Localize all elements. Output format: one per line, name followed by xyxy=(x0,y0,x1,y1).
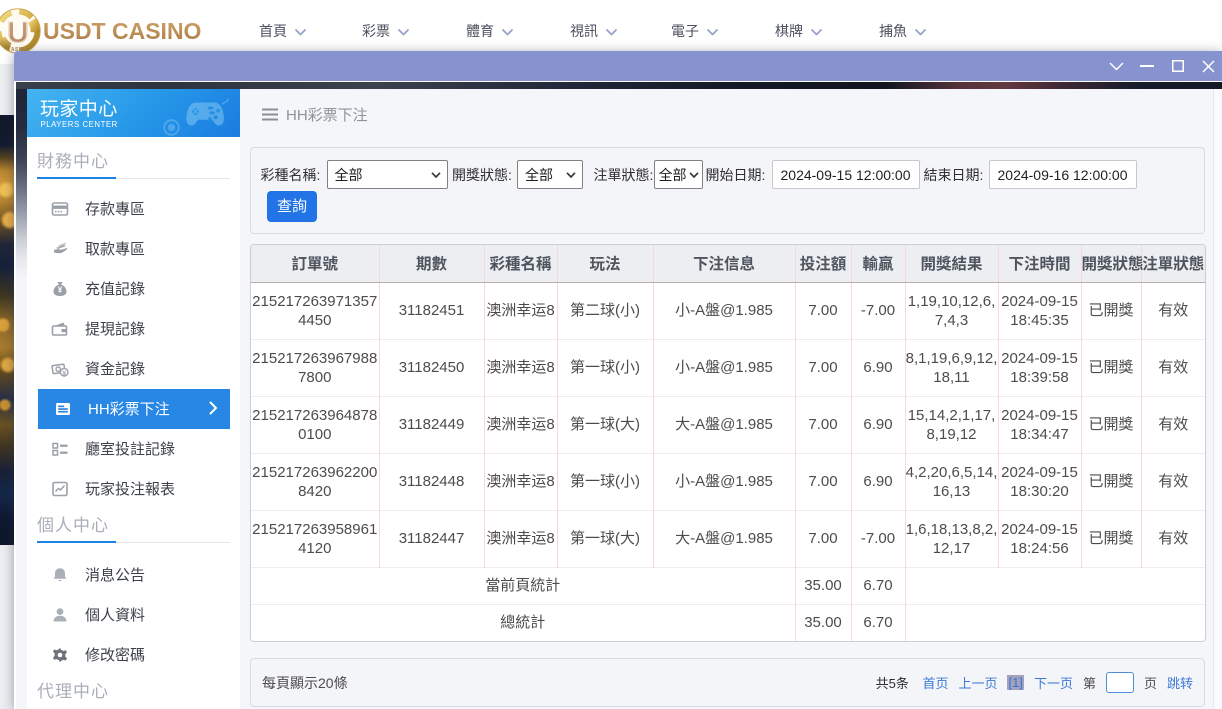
svg-text:¥: ¥ xyxy=(62,369,66,376)
svg-text:¥: ¥ xyxy=(58,285,63,294)
svg-text:U: U xyxy=(8,17,29,49)
